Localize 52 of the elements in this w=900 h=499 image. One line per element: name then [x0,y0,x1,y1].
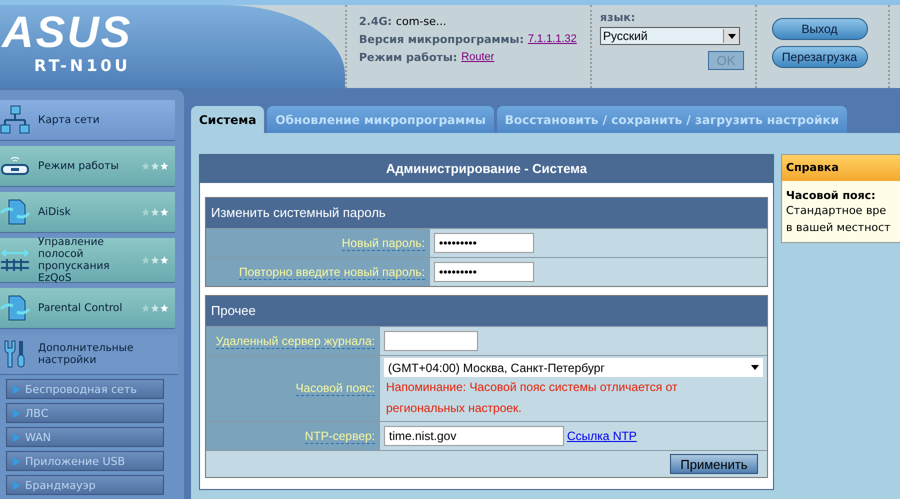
stars-icon [141,207,169,217]
timezone-dropdown[interactable]: (GMT+04:00) Москва, Санкт-Петербург [384,358,763,377]
asus-logo: ASUS [2,13,132,53]
input-field[interactable] [384,331,478,351]
reboot-button[interactable]: Перезагрузка [772,46,868,68]
info-label: Режим работы: [359,51,458,64]
stars-icon [141,303,169,313]
panel-title: Администрирование - Система [200,155,773,183]
info-label: 2.4G: [359,15,392,28]
warning-text: Напоминание: Часовой пояс системы отличается от региональных настроек. [385,379,678,417]
triangle-icon [12,408,21,418]
model-name: RT-N10U [34,56,130,75]
sidebar-item[interactable]: Карта сети [0,100,175,141]
password-field[interactable]: ••••••••• [434,233,534,253]
logout-button[interactable]: Выход [772,18,868,40]
triangle-icon [12,456,21,466]
section-header: Изменить системный пароль [206,198,767,228]
sidebar-item-label: Parental Control [38,302,124,314]
info-label: Версия микропрограммы: [359,33,524,46]
document-arrows-icon [0,197,30,227]
input-field[interactable]: time.nist.gov [384,426,564,446]
help-title: Справка [782,155,900,181]
sidebar-item-label: Управление полосой пропускания EzQoS [38,236,111,284]
info-value: com-se... [396,15,446,28]
info-link[interactable]: 7.1.1.1.32 [528,33,577,46]
sidebar-item[interactable]: AiDisk [0,192,175,233]
help-text: Стандартное вре [785,203,888,219]
password-field[interactable]: ••••••••• [434,262,534,282]
triangle-icon [12,480,21,490]
triangle-icon [12,384,21,394]
document-arrows-icon [0,293,30,323]
sidebar-item[interactable]: Parental Control [0,288,175,329]
stars-icon [141,255,169,265]
language-label: язык: [600,11,636,24]
tab[interactable]: Система [191,106,264,133]
info-link[interactable]: Router [461,51,494,64]
help-text: в вашей местност [785,220,892,236]
sidebar-item-label: AiDisk [38,206,72,218]
language-dropdown[interactable]: Русский [600,27,740,45]
ntp-link[interactable]: Ссылка NTP [567,429,637,443]
triangle-icon [12,432,21,442]
section-header: Прочее [206,296,767,326]
sidebar-item-label: Карта сети [38,114,101,126]
sidebar-item-label: Дополнительные настройки [38,342,134,366]
apply-button[interactable]: Применить [670,454,758,474]
sidebar-item[interactable]: Управление полосой пропускания EzQoS [0,238,175,283]
sidebar-item-label: Режим работы [38,160,120,172]
stars-icon [141,161,169,171]
sidebar-item[interactable]: Дополнительные настройки [0,334,178,375]
help-heading: Часовой пояс: [785,188,877,202]
network-map-icon [0,105,30,135]
sidebar-item[interactable]: Режим работы [0,146,175,187]
